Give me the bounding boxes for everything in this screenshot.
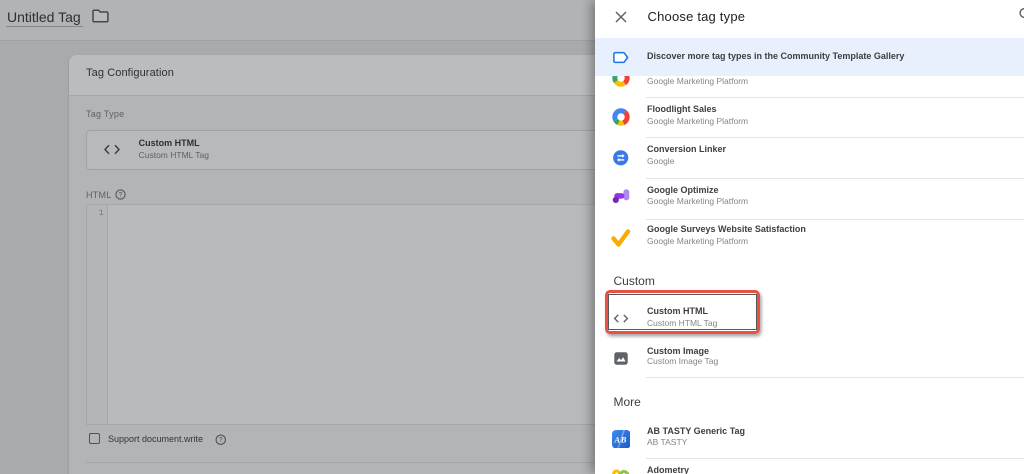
svg-text:AB: AB [613, 434, 627, 444]
svg-text:?: ? [119, 191, 123, 198]
svg-text:?: ? [218, 437, 222, 444]
